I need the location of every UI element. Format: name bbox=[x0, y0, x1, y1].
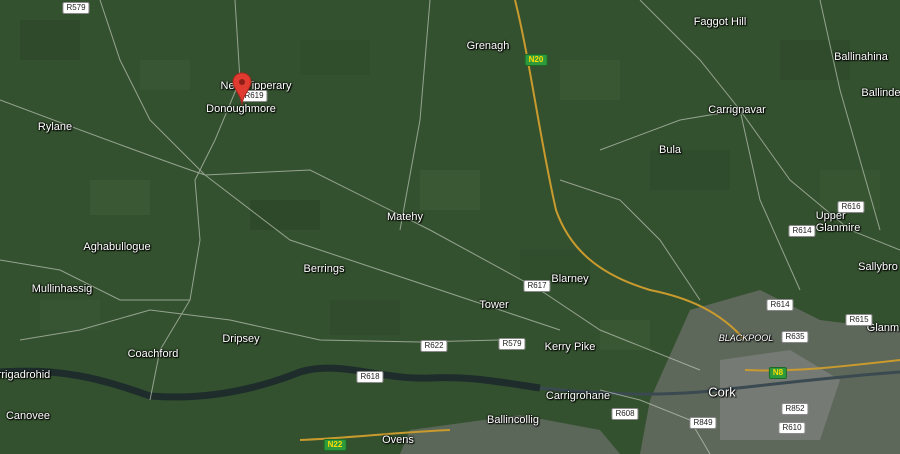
place-blackpool[interactable]: BLACKPOOL bbox=[719, 333, 774, 343]
road-shield-r849: R849 bbox=[689, 417, 717, 429]
place-mullinhassig[interactable]: Mullinhassig bbox=[32, 283, 93, 295]
road-shield-r579: R579 bbox=[62, 2, 90, 14]
place-matehy[interactable]: Matehy bbox=[387, 211, 423, 223]
pin-icon[interactable] bbox=[232, 72, 252, 106]
road-shield-r616: R616 bbox=[837, 201, 865, 213]
road-shield-r579: R579 bbox=[498, 338, 526, 350]
place-canovee[interactable]: Canovee bbox=[6, 410, 50, 422]
place-ballindeasig[interactable]: Ballindea bbox=[861, 87, 900, 99]
road-shield-n20: N20 bbox=[524, 54, 548, 66]
road-shield-r614: R614 bbox=[788, 225, 816, 237]
place-sallybrook[interactable]: Sallybro bbox=[858, 261, 898, 273]
road-shield-r617: R617 bbox=[523, 280, 551, 292]
road-shield-r622: R622 bbox=[420, 340, 448, 352]
place-carrignavar[interactable]: Carrignavar bbox=[708, 104, 765, 116]
road-shield-r615: R615 bbox=[845, 314, 873, 326]
road-shield-r614: R614 bbox=[766, 299, 794, 311]
place-coachford[interactable]: Coachford bbox=[128, 348, 179, 360]
place-ballincollig[interactable]: Ballincollig bbox=[487, 414, 539, 426]
road-shield-r608: R608 bbox=[611, 408, 639, 420]
place-carrigrohane[interactable]: Carrigrohane bbox=[546, 390, 610, 402]
place-cork[interactable]: Cork bbox=[708, 385, 735, 400]
road-shield-r618: R618 bbox=[356, 371, 384, 383]
road-shield-n8: N8 bbox=[768, 367, 788, 379]
road-shield-n22: N22 bbox=[323, 439, 347, 451]
place-rylane[interactable]: Rylane bbox=[38, 121, 72, 133]
place-faggot-hill[interactable]: Faggot Hill bbox=[694, 16, 747, 28]
place-ballinahina[interactable]: Ballinahina bbox=[834, 51, 888, 63]
place-grenagh[interactable]: Grenagh bbox=[467, 40, 510, 52]
satellite-map[interactable]: Faggot Hill Grenagh Ballinahina Ballinde… bbox=[0, 0, 900, 454]
place-berrings[interactable]: Berrings bbox=[304, 263, 345, 275]
place-upper-glanmire[interactable]: Upper Glanmire bbox=[816, 210, 861, 234]
place-tower[interactable]: Tower bbox=[479, 299, 508, 311]
place-blarney[interactable]: Blarney bbox=[551, 273, 588, 285]
satellite-imagery bbox=[0, 0, 900, 454]
place-kerry-pike[interactable]: Kerry Pike bbox=[545, 341, 596, 353]
place-dripsey[interactable]: Dripsey bbox=[222, 333, 259, 345]
road-shield-r610: R610 bbox=[778, 422, 806, 434]
place-bula[interactable]: Bula bbox=[659, 144, 681, 156]
place-aghabullogue[interactable]: Aghabullogue bbox=[83, 241, 150, 253]
road-shield-r852: R852 bbox=[781, 403, 809, 415]
place-ovens[interactable]: Ovens bbox=[382, 434, 414, 446]
place-carrigadrohid[interactable]: rrigadrohid bbox=[0, 369, 50, 381]
road-shield-r635: R635 bbox=[781, 331, 809, 343]
